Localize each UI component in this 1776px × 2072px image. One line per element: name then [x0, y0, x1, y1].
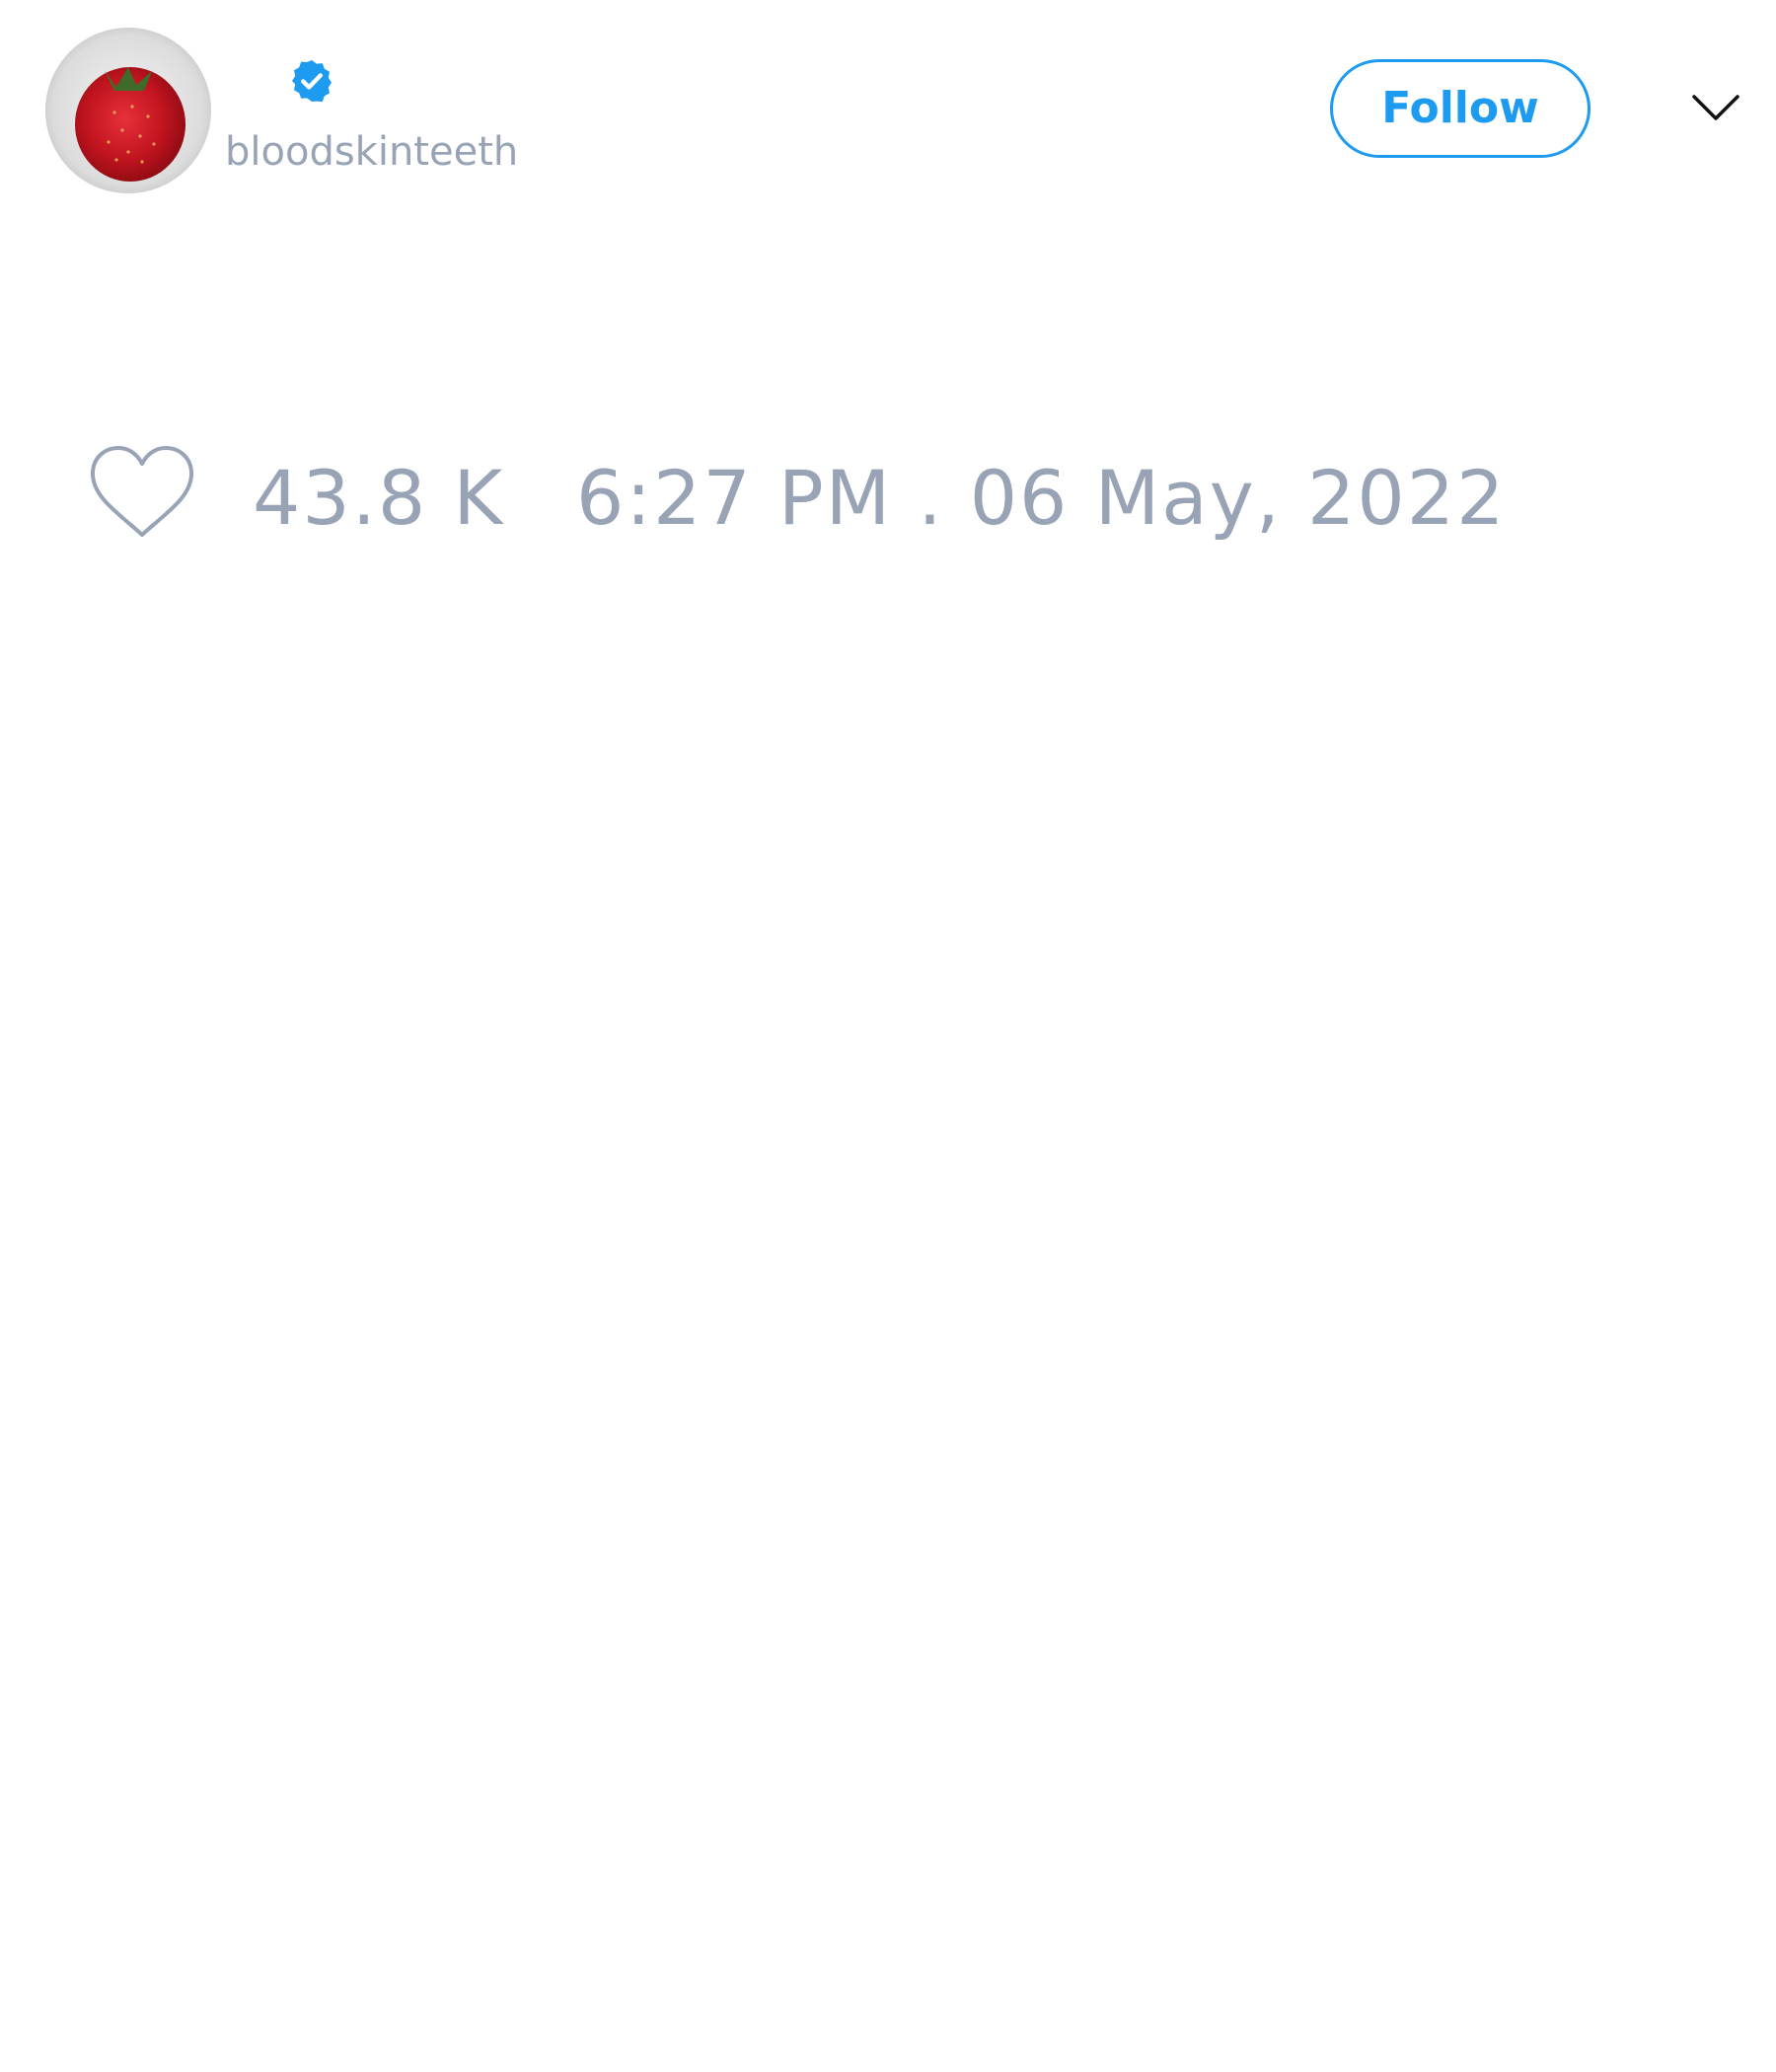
follow-button[interactable]: Follow	[1330, 59, 1591, 158]
user-handle[interactable]: bloodskinteeth	[225, 128, 518, 176]
avatar[interactable]	[45, 28, 211, 193]
like-count: 43.8 K	[253, 454, 505, 542]
verified-badge-icon	[292, 60, 332, 102]
strawberry-avatar-image	[45, 28, 211, 193]
tweet-timestamp[interactable]: 6:27 PM . 06 May, 2022	[576, 454, 1506, 543]
tweet-meta-row: 43.8 K 6:27 PM . 06 May, 2022	[0, 434, 1776, 553]
heart-icon[interactable]	[89, 444, 195, 543]
tweet-card: bloodskinteeth Follow 43.8 K 6:27 PM . 0…	[0, 0, 1776, 2072]
chevron-down-icon[interactable]	[1691, 89, 1740, 126]
